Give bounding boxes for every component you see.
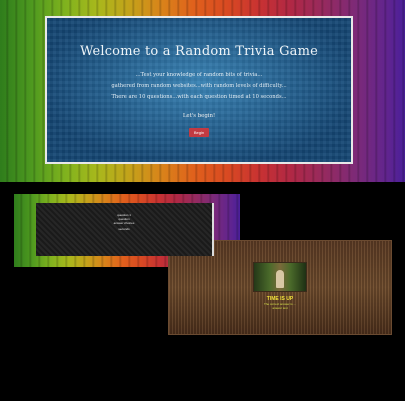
intro-line-1: ...Test your knowledge of random bits of… [135, 72, 263, 78]
begin-button[interactable]: Begin [188, 128, 210, 137]
welcome-card: Welcome to a Random Trivia Game ...Test … [45, 16, 353, 164]
welcome-screen: Welcome to a Random Trivia Game ...Test … [0, 0, 405, 182]
intro-line-3: There are 10 questions...with each quest… [111, 94, 287, 100]
result-image [253, 262, 307, 292]
question-timer: seconds [118, 227, 130, 231]
intro-line-2: gathered from random websites...with ran… [111, 83, 287, 89]
correct-answer-text: answer text [272, 306, 288, 310]
answer-choices[interactable]: answer choices [36, 221, 212, 225]
page-title: Welcome to a Random Trivia Game [79, 44, 319, 59]
question-panel: question 1 question answer choices secon… [36, 203, 214, 256]
result-image-figure [276, 270, 284, 288]
